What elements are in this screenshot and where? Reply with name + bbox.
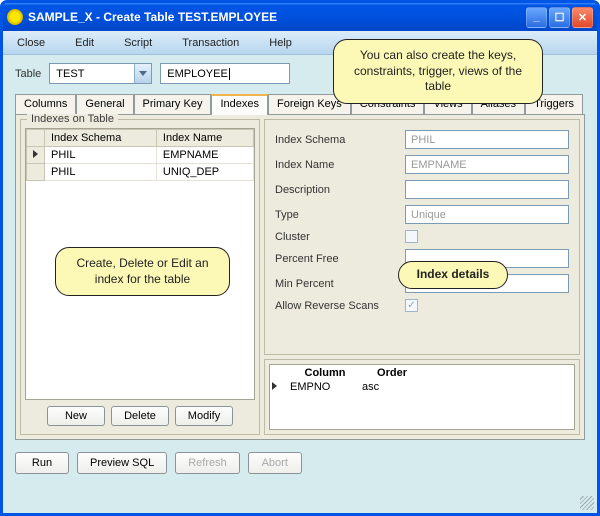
select-type[interactable]: Unique [405,205,569,224]
index-detail-form: Index SchemaPHIL Index NameEMPNAME Descr… [264,119,580,355]
menu-close[interactable]: Close [13,35,49,51]
modify-button[interactable]: Modify [175,406,233,426]
menu-transaction[interactable]: Transaction [178,35,243,51]
table-name-value: EMPLOYEE [167,68,228,80]
label-revscan: Allow Reverse Scans [275,300,405,312]
window-title: SAMPLE_X - Create Table TEST.EMPLOYEE [28,10,526,24]
minimize-button[interactable]: _ [526,7,547,28]
abort-button[interactable]: Abort [248,452,302,474]
cell-schema: PHIL [45,164,157,181]
schema-select[interactable]: TEST [49,63,152,84]
delete-button[interactable]: Delete [111,406,169,426]
col-column: Column [290,367,360,379]
title-bar: SAMPLE_X - Create Table TEST.EMPLOYEE _ … [3,3,597,31]
table-label: Table [15,68,41,80]
label-pctfree: Percent Free [275,253,405,265]
input-description[interactable] [405,180,569,199]
table-name-input[interactable]: EMPLOYEE [160,63,290,84]
close-button[interactable]: ✕ [572,7,593,28]
label-index-name: Index Name [275,159,405,171]
callout-right: Index details [398,261,508,289]
app-icon [7,9,23,25]
indexes-group-label: Indexes on Table [27,113,118,125]
window-buttons: _ ☐ ✕ [526,7,593,28]
app-window: SAMPLE_X - Create Table TEST.EMPLOYEE _ … [0,0,600,516]
resize-grip-icon[interactable] [580,496,594,510]
checkbox-cluster[interactable] [405,230,418,243]
tab-primary-key[interactable]: Primary Key [134,94,212,114]
column-row[interactable]: EMPNO asc [272,381,422,393]
maximize-button[interactable]: ☐ [549,7,570,28]
index-row[interactable]: PHIL EMPNAME [27,147,254,164]
tab-general[interactable]: General [76,94,133,114]
index-columns-grid[interactable]: Column Order EMPNO asc [269,364,575,430]
tab-indexes[interactable]: Indexes [211,94,268,115]
schema-value: TEST [50,68,134,80]
cell-name: UNIQ_DEP [156,164,253,181]
row-marker [272,381,288,393]
label-cluster: Cluster [275,231,405,243]
tab-columns[interactable]: Columns [15,94,76,114]
detail-column: Index SchemaPHIL Index NameEMPNAME Descr… [264,119,580,435]
preview-sql-button[interactable]: Preview SQL [77,452,167,474]
checkbox-revscan[interactable]: ✓ [405,299,418,312]
row-marker [27,164,45,181]
tab-content: Indexes on Table Index Schema Index Name… [15,114,585,440]
cell-schema: PHIL [45,147,157,164]
run-button[interactable]: Run [15,452,69,474]
callout-top: You can also create the keys, constraint… [333,39,543,104]
label-index-schema: Index Schema [275,134,405,146]
index-columns-panel: Column Order EMPNO asc [264,359,580,435]
input-index-schema[interactable]: PHIL [405,130,569,149]
footer-buttons: Run Preview SQL Refresh Abort [3,448,597,474]
index-button-row: New Delete Modify [21,400,259,434]
label-description: Description [275,184,405,196]
cell-name: EMPNAME [156,147,253,164]
col-order: Order [362,367,422,379]
cell-column: EMPNO [290,381,360,393]
row-marker [27,147,45,164]
index-header-row: Index Schema Index Name [27,130,254,147]
col-index-name: Index Name [156,130,253,147]
input-index-name[interactable]: EMPNAME [405,155,569,174]
cell-order: asc [362,381,422,393]
col-index-schema: Index Schema [45,130,157,147]
menu-script[interactable]: Script [120,35,156,51]
chevron-down-icon [134,64,151,83]
label-minpct: Min Percent [275,278,405,290]
index-row[interactable]: PHIL UNIQ_DEP [27,164,254,181]
refresh-button[interactable]: Refresh [175,452,240,474]
menu-help[interactable]: Help [265,35,296,51]
callout-left: Create, Delete or Edit an index for the … [55,247,230,296]
text-caret [229,68,230,80]
indexes-panel: Indexes on Table Index Schema Index Name… [20,119,260,435]
menu-edit[interactable]: Edit [71,35,98,51]
new-button[interactable]: New [47,406,105,426]
label-type: Type [275,209,405,221]
